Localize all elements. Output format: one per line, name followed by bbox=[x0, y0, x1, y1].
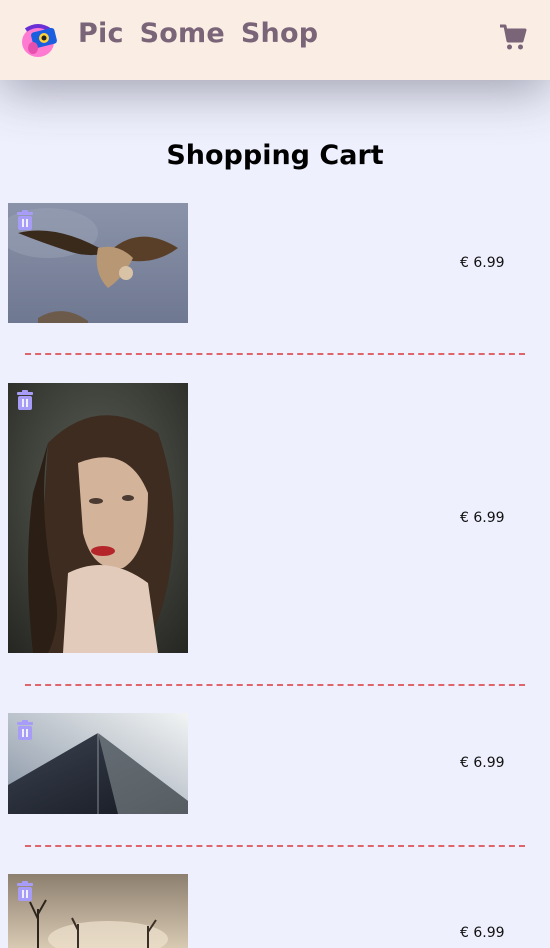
product-image-vulture[interactable] bbox=[8, 203, 188, 323]
item-price: € 6.99 bbox=[460, 925, 505, 941]
product-image-portrait[interactable] bbox=[8, 383, 188, 653]
item-price: € 6.99 bbox=[460, 510, 505, 526]
item-divider bbox=[25, 845, 525, 847]
brand-name[interactable]: Pic Some Shop bbox=[78, 18, 318, 49]
item-divider bbox=[25, 353, 525, 355]
page-title: Shopping Cart bbox=[166, 140, 384, 171]
trash-icon[interactable] bbox=[14, 880, 36, 902]
item-price: € 6.99 bbox=[460, 255, 505, 271]
shopping-cart-icon[interactable] bbox=[498, 22, 528, 52]
camera-logo-icon[interactable] bbox=[18, 20, 58, 60]
trash-icon[interactable] bbox=[14, 209, 36, 231]
product-image-misty-trees[interactable] bbox=[8, 874, 188, 948]
product-image-skyscraper[interactable] bbox=[8, 713, 188, 814]
item-divider bbox=[25, 684, 525, 686]
brand-word-some: Some bbox=[139, 18, 225, 49]
trash-icon[interactable] bbox=[14, 389, 36, 411]
brand-word-shop: Shop bbox=[240, 18, 319, 49]
item-price: € 6.99 bbox=[460, 755, 505, 771]
trash-icon[interactable] bbox=[14, 719, 36, 741]
brand-word-pic: Pic bbox=[78, 18, 124, 49]
app-header: Pic Some Shop bbox=[0, 0, 550, 80]
